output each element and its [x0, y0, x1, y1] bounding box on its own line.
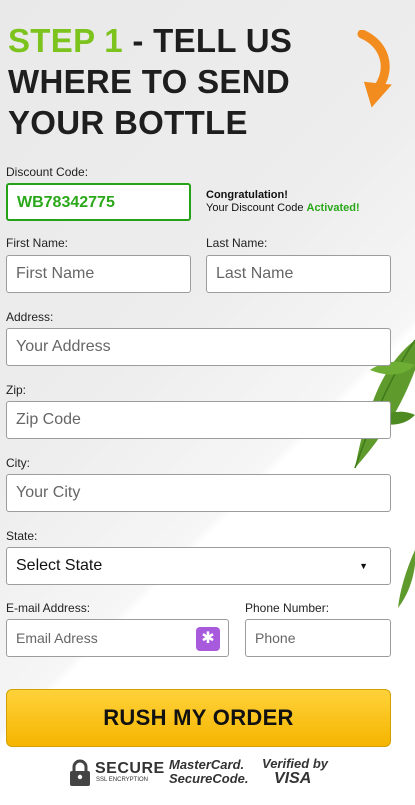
- mastercard-line1: MasterCard.: [169, 757, 245, 772]
- extension-app-icon[interactable]: ✱: [196, 627, 220, 651]
- verified-by-visa-badge: Verified by VISA: [262, 756, 328, 787]
- address-label: Address:: [6, 310, 54, 324]
- email-placeholder: Email Adress: [16, 630, 98, 646]
- leaf-decoration-icon: [398, 550, 415, 608]
- address-input[interactable]: Your Address: [6, 328, 391, 366]
- zip-input[interactable]: Zip Code: [6, 401, 391, 439]
- state-select[interactable]: Select State ▼: [6, 547, 391, 585]
- discount-label: Discount Code:: [6, 165, 89, 179]
- first-name-label: First Name:: [6, 236, 69, 250]
- last-name-input[interactable]: Last Name: [206, 255, 391, 293]
- lock-icon: [70, 759, 90, 786]
- security-badges: SECURE SSL ENCRYPTION MasterCard. Secure…: [0, 756, 415, 796]
- visa-line1: Verified by: [262, 756, 328, 771]
- congrats-status: Activated!: [306, 202, 360, 214]
- state-label: State:: [6, 529, 38, 543]
- secure-title: SECURE: [95, 760, 165, 777]
- page-heading: STEP 1 - TELL US WHERE TO SEND YOUR BOTT…: [8, 20, 348, 143]
- last-name-label: Last Name:: [206, 236, 268, 250]
- email-input[interactable]: Email Adress ✱: [6, 619, 229, 657]
- congrats-title: Congratulation!: [206, 189, 288, 201]
- city-label: City:: [6, 456, 30, 470]
- mastercard-line2: SecureCode.: [169, 771, 249, 786]
- secure-subtitle: SSL ENCRYPTION: [96, 777, 149, 783]
- heading-step: STEP 1: [8, 22, 123, 59]
- mastercard-securecode-badge: MasterCard. SecureCode.: [169, 758, 248, 786]
- phone-label: Phone Number:: [245, 601, 330, 615]
- zip-label: Zip:: [6, 383, 27, 397]
- rush-my-order-button[interactable]: RUSH MY ORDER: [6, 689, 391, 747]
- email-label: E-mail Address:: [6, 601, 91, 615]
- caret-down-icon: ▼: [359, 561, 368, 571]
- visa-line2: VISA: [274, 770, 312, 787]
- congrats-text: Your Discount Code: [206, 202, 307, 214]
- first-name-input[interactable]: First Name: [6, 255, 191, 293]
- phone-input[interactable]: Phone: [245, 619, 391, 657]
- discount-message: Congratulation! Your Discount Code Activ…: [206, 189, 360, 215]
- discount-code-field[interactable]: WB78342775: [6, 183, 191, 221]
- curved-arrow-icon: [357, 30, 392, 108]
- state-selected-value: Select State: [16, 557, 103, 574]
- city-input[interactable]: Your City: [6, 474, 391, 512]
